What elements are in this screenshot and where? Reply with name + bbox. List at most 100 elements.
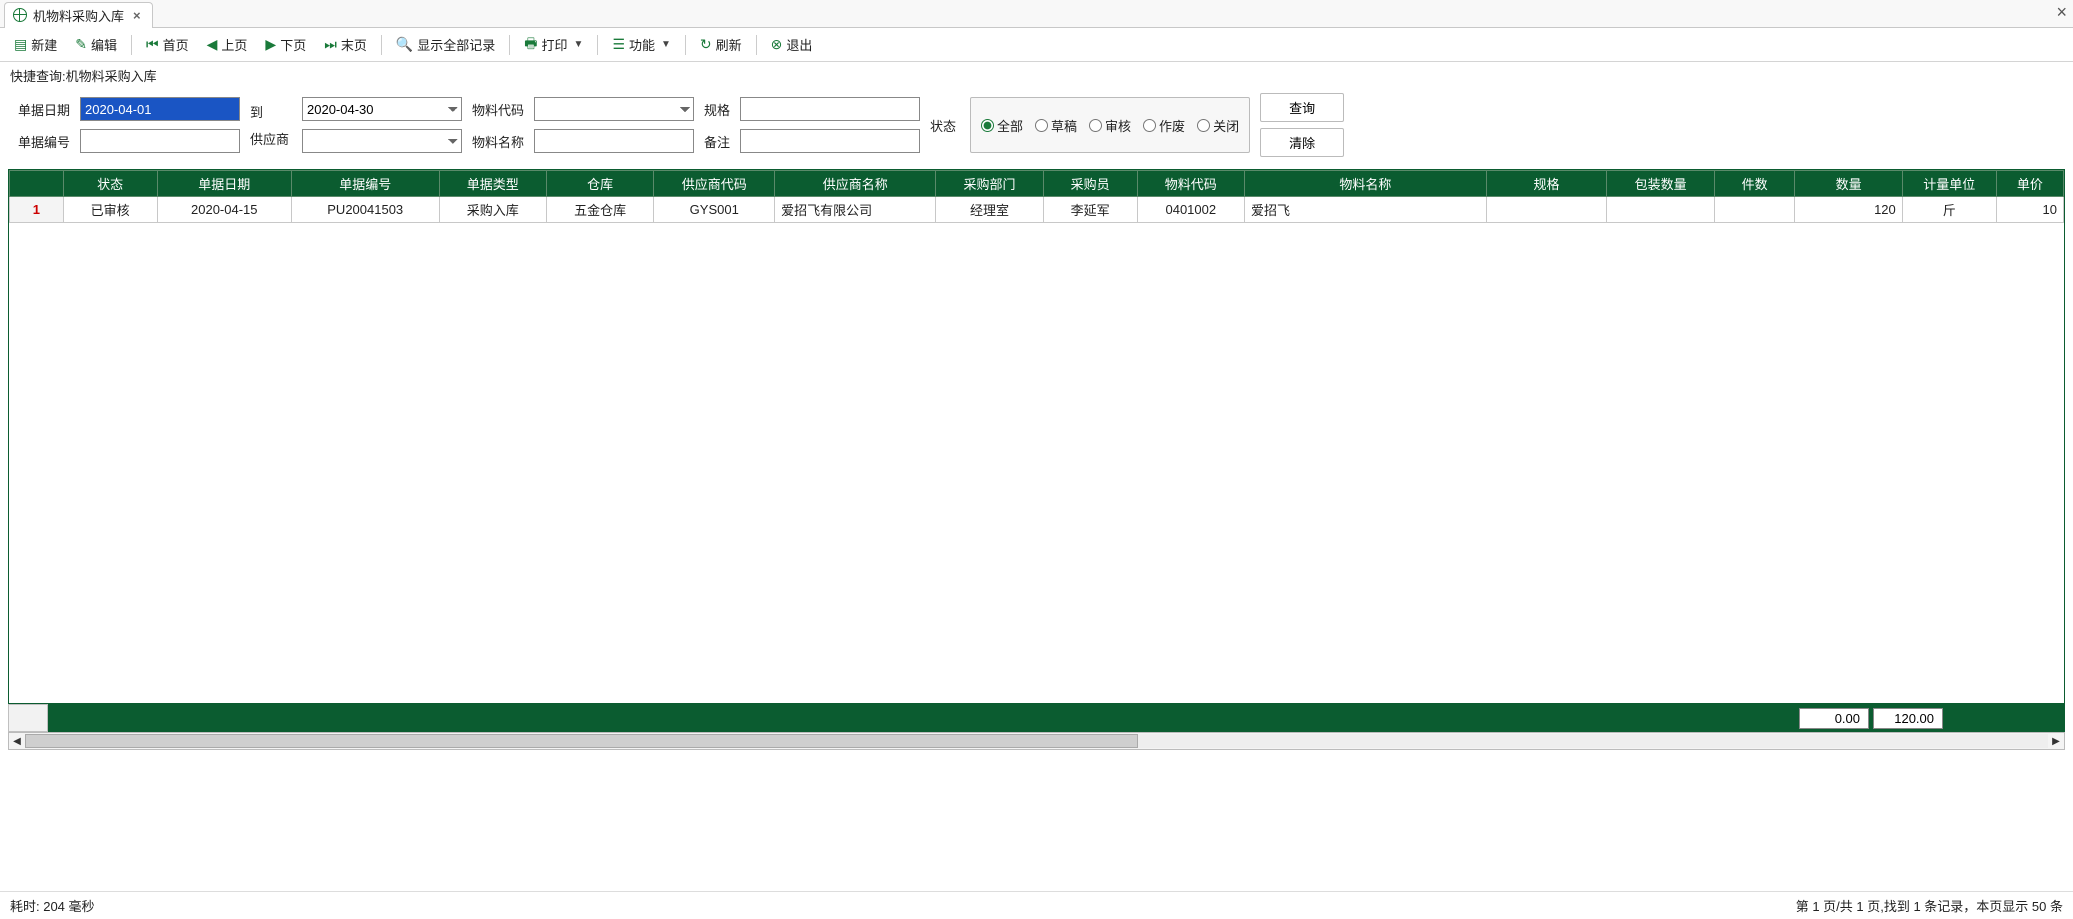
radio-review-label: 审核 [1105, 116, 1131, 135]
chevron-down-icon: ▼ [661, 39, 671, 50]
horizontal-scrollbar[interactable]: ◀ ▶ [8, 732, 2065, 750]
summary-value-2: 120.00 [1873, 708, 1943, 729]
radio-void-input[interactable] [1143, 119, 1156, 132]
tab-title: 机物料采购入库 [33, 6, 124, 25]
date-to-input[interactable] [302, 97, 462, 121]
col-pcs[interactable]: 件数 [1714, 171, 1795, 197]
separator [509, 35, 510, 55]
col-supcode[interactable]: 供应商代码 [654, 171, 775, 197]
scroll-right-icon[interactable]: ▶ [2048, 736, 2064, 747]
supplier-input[interactable] [302, 129, 462, 153]
col-buyer[interactable]: 采购员 [1043, 171, 1137, 197]
query-button[interactable]: 查询 [1260, 93, 1344, 122]
prev-page-button[interactable]: ◀上页 [201, 33, 254, 56]
separator [131, 35, 132, 55]
date-from-input[interactable] [80, 97, 240, 121]
new-button[interactable]: ▤新建 [8, 33, 63, 56]
col-supname[interactable]: 供应商名称 [775, 171, 936, 197]
radio-review-input[interactable] [1089, 119, 1102, 132]
to-label: 到 [250, 102, 266, 121]
table-row[interactable]: 1 已审核 2020-04-15 PU20041503 采购入库 五金仓库 GY… [10, 197, 2064, 223]
col-matcode[interactable]: 物料代码 [1137, 171, 1244, 197]
tab-active[interactable]: 机物料采购入库 × [4, 2, 153, 28]
scroll-left-icon[interactable]: ◀ [9, 736, 25, 747]
first-page-button[interactable]: ⏮首页 [140, 33, 195, 56]
col-matname[interactable]: 物料名称 [1245, 171, 1487, 197]
status-bar: 耗时: 204 毫秒 第 1 页/共 1 页,找到 1 条记录，本页显示 50 … [0, 891, 2073, 919]
status-radio-group: 全部 草稿 审核 作废 关闭 [970, 97, 1250, 153]
grid-header: 状态 单据日期 单据编号 单据类型 仓库 供应商代码 供应商名称 采购部门 采购… [10, 171, 2064, 197]
last-page-button[interactable]: ⏭末页 [318, 33, 373, 56]
scroll-track[interactable] [25, 734, 2048, 748]
mat-code-label: 物料代码 [472, 100, 528, 119]
refresh-icon: ↻ [700, 36, 712, 53]
radio-draft[interactable]: 草稿 [1035, 116, 1077, 135]
scroll-thumb[interactable] [25, 734, 1138, 748]
data-grid: 状态 单据日期 单据编号 单据类型 仓库 供应商代码 供应商名称 采购部门 采购… [8, 169, 2065, 704]
summary-blank [8, 704, 48, 732]
last-label: 末页 [341, 35, 367, 54]
doc-date-label: 单据日期 [18, 100, 74, 119]
list-icon: ☰ [612, 36, 625, 53]
col-status[interactable]: 状态 [63, 171, 157, 197]
status-label: 状态 [930, 116, 960, 135]
col-docno[interactable]: 单据编号 [291, 171, 439, 197]
col-qty[interactable]: 数量 [1795, 171, 1902, 197]
col-pkgqty[interactable]: 包装数量 [1607, 171, 1714, 197]
separator [597, 35, 598, 55]
edit-button[interactable]: ✎编辑 [69, 33, 123, 56]
exit-button[interactable]: ⊗退出 [765, 33, 819, 56]
radio-all[interactable]: 全部 [981, 116, 1023, 135]
col-uom[interactable]: 计量单位 [1902, 171, 1996, 197]
next-page-button[interactable]: ▶下页 [259, 33, 312, 56]
cell-dept: 经理室 [936, 197, 1043, 223]
col-dept[interactable]: 采购部门 [936, 171, 1043, 197]
show-all-button[interactable]: 🔍显示全部记录 [390, 33, 501, 56]
first-icon: ⏮ [146, 36, 159, 53]
col-type[interactable]: 单据类型 [439, 171, 546, 197]
tab-close-icon[interactable]: × [130, 8, 144, 23]
mat-code-input[interactable] [534, 97, 694, 121]
cell-pcs [1714, 197, 1795, 223]
cell-buyer: 李延军 [1043, 197, 1137, 223]
toolbar: ▤新建 ✎编辑 ⏮首页 ◀上页 ▶下页 ⏭末页 🔍显示全部记录 🖶打印▼ ☰功能… [0, 28, 2073, 62]
col-wh[interactable]: 仓库 [546, 171, 653, 197]
doc-no-label: 单据编号 [18, 132, 74, 151]
filter-panel: 单据日期 单据编号 到 供应商 物料代码 物料名称 [0, 89, 2073, 165]
radio-closed[interactable]: 关闭 [1197, 116, 1239, 135]
remark-input[interactable] [740, 129, 920, 153]
clear-button[interactable]: 清除 [1260, 128, 1344, 157]
refresh-button[interactable]: ↻刷新 [694, 33, 748, 56]
mat-name-input[interactable] [534, 129, 694, 153]
chevron-down-icon: ▼ [574, 39, 584, 50]
radio-draft-input[interactable] [1035, 119, 1048, 132]
radio-closed-input[interactable] [1197, 119, 1210, 132]
col-date[interactable]: 单据日期 [157, 171, 291, 197]
radio-draft-label: 草稿 [1051, 116, 1077, 135]
window-close-icon[interactable]: × [2056, 2, 2067, 23]
edit-icon: ✎ [75, 36, 87, 53]
cell-price: 10 [1996, 197, 2063, 223]
radio-all-input[interactable] [981, 119, 994, 132]
status-right: 第 1 页/共 1 页,找到 1 条记录，本页显示 50 条 [1796, 896, 2063, 915]
cell-qty: 120 [1795, 197, 1902, 223]
radio-void[interactable]: 作废 [1143, 116, 1185, 135]
cell-date: 2020-04-15 [157, 197, 291, 223]
spec-label: 规格 [704, 100, 734, 119]
col-spec[interactable]: 规格 [1486, 171, 1607, 197]
doc-no-input[interactable] [80, 129, 240, 153]
separator [381, 35, 382, 55]
print-icon: 🖶 [524, 33, 537, 57]
col-rownum[interactable] [10, 171, 64, 197]
prev-icon: ◀ [207, 36, 218, 53]
print-button[interactable]: 🖶打印▼ [518, 31, 589, 59]
col-price[interactable]: 单价 [1996, 171, 2063, 197]
spec-input[interactable] [740, 97, 920, 121]
function-button[interactable]: ☰功能▼ [606, 33, 676, 56]
radio-all-label: 全部 [997, 116, 1023, 135]
cell-status: 已审核 [63, 197, 157, 223]
quick-query-label: 快捷查询:机物料采购入库 [0, 62, 2073, 89]
cell-pkgqty [1607, 197, 1714, 223]
radio-review[interactable]: 审核 [1089, 116, 1131, 135]
globe-icon [13, 8, 27, 22]
